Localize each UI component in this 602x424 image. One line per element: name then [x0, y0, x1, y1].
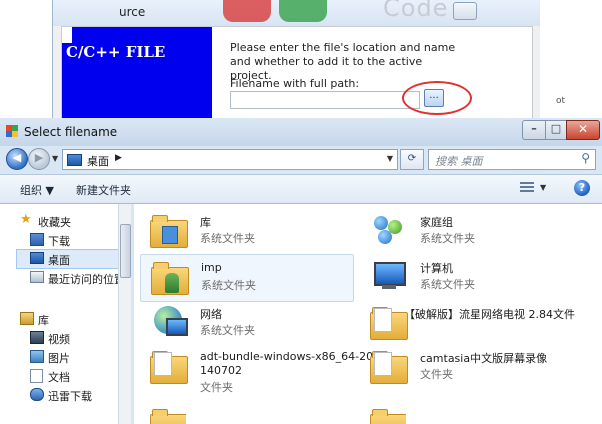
recent-places-icon [30, 271, 44, 283]
filename-label: Filename with full path: [230, 77, 360, 90]
command-bar: 组织 ▼ 新建文件夹 ▼ ? [0, 174, 602, 204]
navigation-pane-scrollbar[interactable] [118, 204, 131, 424]
video-library-icon [30, 331, 44, 344]
search-icon: ⚲ [581, 151, 590, 165]
background-dialog: urce Code C/C++ FILE Please enter the fi… [52, 0, 542, 122]
navigation-bar: ◀ ▶ ▼ 桌面 ▶ ▼ ⟳ 搜索 桌面 ⚲ [0, 146, 602, 172]
file-item-imp[interactable]: imp 系统文件夹 [140, 254, 354, 302]
network-icon [150, 304, 188, 338]
download-folder-icon [30, 233, 44, 246]
help-button[interactable]: ? [574, 180, 590, 196]
navigation-pane: ★ 收藏夹 下载 桌面 最近访问的位置 库 视频 图片 文档 迅雷下载 [0, 204, 131, 424]
background-dialog-body: C/C++ FILE Please enter the file's locat… [61, 26, 533, 122]
pictures-library-icon [30, 350, 44, 363]
folder-icon [150, 348, 188, 384]
filename-input[interactable] [230, 91, 420, 109]
new-folder-button[interactable]: 新建文件夹 [76, 182, 131, 198]
red-tile [223, 0, 271, 22]
user-folder-icon [151, 259, 189, 295]
recent-pages-dropdown[interactable]: ▼ [52, 154, 58, 163]
close-button[interactable]: ✕ [566, 120, 600, 140]
address-bar[interactable]: 桌面 ▶ ▼ [62, 149, 398, 170]
back-arrow-icon: ◀ [12, 151, 22, 164]
file-item-partial-1[interactable] [150, 404, 186, 424]
file-item-computer[interactable]: 计算机 系统文件夹 [360, 254, 572, 300]
folder-icon [370, 304, 408, 340]
file-list: 库 系统文件夹 家庭组 系统文件夹 imp 系统文件夹 计算机 系统文件夹 网络… [134, 204, 598, 424]
close-icon: ✕ [577, 122, 589, 136]
app-icon [6, 125, 18, 137]
documents-library-icon [30, 369, 43, 383]
homegroup-icon [370, 212, 406, 246]
banner-text: C/C++ FILE [66, 43, 166, 61]
thunder-download-icon [30, 388, 44, 401]
select-filename-dialog: Select filename – □ ✕ ◀ ▶ ▼ 桌面 ▶ ▼ ⟳ 搜索 … [0, 118, 602, 424]
file-item-adt-bundle[interactable]: adt-bundle-windows-x86_64-20 140702 文件夹 [140, 344, 373, 400]
file-item-partial-2[interactable] [370, 404, 406, 424]
folder-icon [370, 348, 408, 384]
window-titlebar: Select filename – □ ✕ [0, 118, 602, 146]
library-folder-icon [150, 212, 188, 248]
view-dropdown-icon[interactable]: ▼ [540, 183, 546, 192]
highlight-circle [402, 81, 472, 115]
maximize-button[interactable]: □ [545, 120, 567, 140]
background-dialog-caption-button[interactable] [453, 2, 477, 20]
minimize-icon: – [531, 122, 537, 135]
file-item-libraries[interactable]: 库 系统文件夹 [140, 208, 352, 254]
background-dialog-titlebar: urce Code [53, 0, 541, 26]
desktop-icon [67, 154, 82, 166]
view-options-icon[interactable] [520, 181, 534, 194]
library-icon [20, 312, 34, 325]
file-item-meteor-tv[interactable]: 【破解版】流星网络电视 2.84文件 [360, 300, 575, 346]
forward-arrow-icon: ▶ [34, 151, 44, 164]
computer-icon [370, 258, 406, 292]
minimize-button[interactable]: – [522, 120, 546, 140]
address-dropdown-icon[interactable]: ▼ [387, 154, 393, 163]
scrollbar-thumb[interactable] [120, 224, 131, 278]
background-dialog-title: urce [119, 5, 146, 19]
green-tile [279, 0, 327, 22]
window-title: Select filename [24, 125, 118, 139]
file-item-network[interactable]: 网络 系统文件夹 [140, 300, 352, 346]
file-item-homegroup[interactable]: 家庭组 系统文件夹 [360, 208, 572, 254]
content-scroll-edge [592, 204, 602, 424]
maximize-icon: □ [550, 122, 562, 135]
background-right: ot [540, 0, 602, 122]
search-input[interactable]: 搜索 桌面 ⚲ [428, 149, 596, 170]
watermark: Code [383, 0, 449, 22]
back-button[interactable]: ◀ [6, 148, 28, 170]
forward-button[interactable]: ▶ [28, 148, 50, 170]
star-icon: ★ [20, 212, 32, 227]
background-edge-text: ot [556, 96, 566, 106]
search-placeholder: 搜索 桌面 [435, 155, 483, 168]
cpp-file-banner: C/C++ FILE [62, 27, 212, 122]
file-item-camtasia[interactable]: camtasia中文版屏幕录像 文件夹 [360, 344, 572, 390]
chevron-right-icon[interactable]: ▶ [115, 153, 122, 163]
address-crumb-desktop[interactable]: 桌面 [87, 153, 109, 169]
organize-button[interactable]: 组织 ▼ [20, 182, 54, 198]
desktop-icon [30, 252, 44, 264]
refresh-button[interactable]: ⟳ [400, 149, 424, 170]
